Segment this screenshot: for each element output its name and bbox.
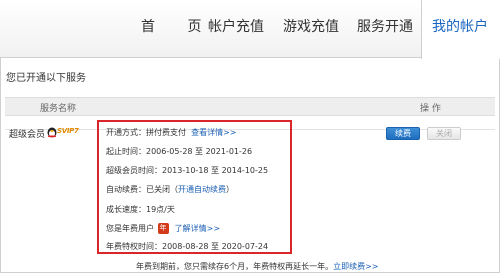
view-details-link[interactable]: 查看详情>> [191,128,236,137]
renew-button[interactable]: 续费 [386,127,420,140]
annual-user-label: 您是年费用户 [106,224,154,233]
top-navigation: 首 页 帐户充值 游戏充值 服务开通 我的帐户 [0,0,500,59]
renew-hint-row: 年费到期前，您只需续存6个月，年费特权再延长一年。立即续费>> [136,261,379,272]
learn-more-link[interactable]: 了解详情>> [175,224,220,233]
pay-method-label: 开通方式： [106,128,146,137]
nav-my-account[interactable]: 我的帐户 [432,16,488,36]
growth-speed-value: 19点/天 [146,205,175,214]
svip-time-row: 超级会员时间：2013-10-18 至 2014-10-25 [106,165,268,176]
paren-open: （ [170,185,178,194]
header-operations: 操 作 [420,104,441,114]
enable-auto-renew-link[interactable]: 开通自动续费 [178,185,226,194]
annual-user-row: 您是年费用户 年 了解详情>> [106,223,220,234]
start-end-value: 2006-05-28 至 2021-01-26 [146,147,253,156]
nav-home[interactable]: 首 页 [141,16,215,36]
pay-method-row: 开通方式：拼付费支付 查看详情>> [106,127,237,138]
nav-account-recharge[interactable]: 帐户充值 [208,16,264,36]
section-title: 您已开通以下服务 [6,73,86,84]
privilege-time-label: 年费特权时间： [106,242,162,251]
start-end-row: 起止时间：2006-05-28 至 2021-01-26 [106,146,252,157]
auto-renew-row: 自动续费：已关闭（开通自动续费） [106,184,234,195]
svip-time-label: 超级会员时间： [106,166,162,175]
nav-service-open[interactable]: 服务开通 [357,16,413,36]
nav-game-recharge[interactable]: 游戏充值 [283,16,339,36]
renew-now-link[interactable]: 立即续费>> [333,262,378,271]
privilege-time-value: 2008-08-28 至 2020-07-24 [162,242,269,251]
privilege-time-row: 年费特权时间：2008-08-28 至 2020-07-24 [106,241,268,252]
paren-close: ） [226,185,234,194]
service-name: 超级会员 [9,130,46,140]
header-service-name: 服务名称 [40,104,77,114]
growth-speed-label: 成长速度： [106,205,146,214]
auto-renew-label: 自动续费： [106,185,146,194]
svip-time-value: 2013-10-18 至 2014-10-25 [162,166,269,175]
table-header: 服务名称 操 作 [5,97,495,116]
annual-fee-icon: 年 [157,223,169,234]
renew-hint-text: 年费到期前，您只需续存6个月，年费特权再延长一年。 [136,262,334,271]
svip-level-badge: SVIP7 [57,127,79,135]
growth-speed-row: 成长速度：19点/天 [106,204,175,215]
close-service-button[interactable]: 关闭 [427,127,461,140]
auto-renew-value: 已关闭 [146,185,170,194]
start-end-label: 起止时间： [106,147,146,156]
pay-method-value: 拼付费支付 [146,128,186,137]
